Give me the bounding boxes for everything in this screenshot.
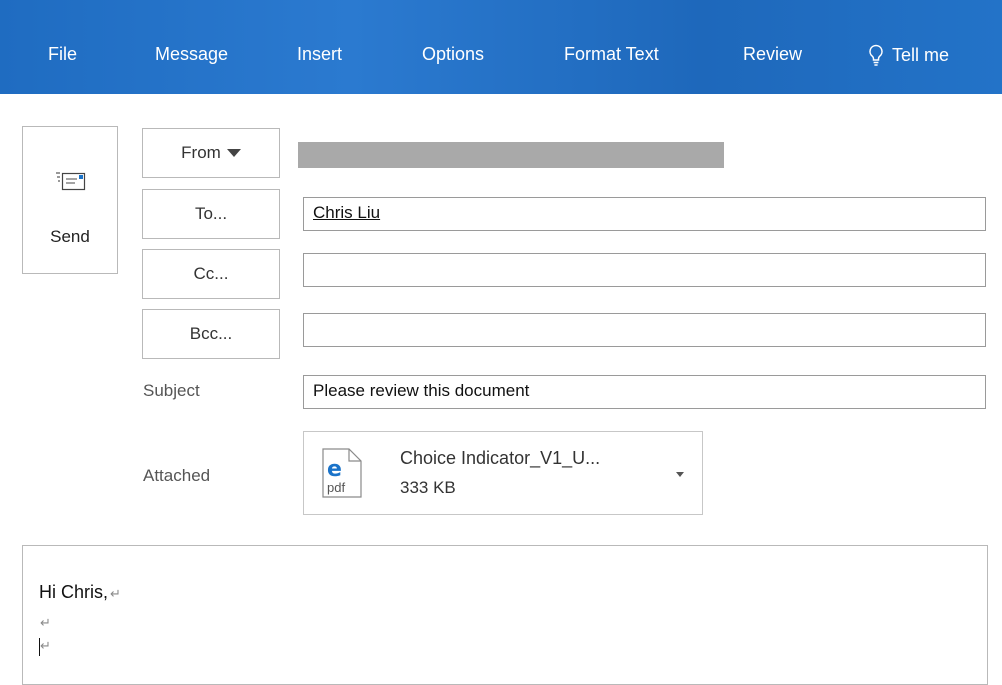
attachment-type-text: pdf xyxy=(327,480,346,495)
message-body[interactable]: Hi Chris, ↵ ↵ ↵ xyxy=(22,545,988,685)
tab-format-text[interactable]: Format Text xyxy=(564,44,659,65)
tab-insert[interactable]: Insert xyxy=(297,44,342,65)
caret-down-icon xyxy=(226,149,241,157)
subject-label: Subject xyxy=(143,381,200,400)
attachment-name: Choice Indicator_V1_U... xyxy=(400,448,601,468)
tab-message[interactable]: Message xyxy=(155,44,228,65)
tab-review[interactable]: Review xyxy=(743,44,802,65)
tell-me[interactable]: Tell me xyxy=(868,44,949,66)
greeting-text: Hi Chris, xyxy=(39,582,109,602)
paragraph-mark-icon: ↵ xyxy=(40,615,51,630)
to-field[interactable]: Chris Liu xyxy=(303,197,986,231)
cc-button[interactable]: Cc... xyxy=(142,249,280,299)
send-label: Send xyxy=(50,227,90,246)
bcc-field[interactable] xyxy=(303,313,986,347)
subject-field[interactable]: Please review this document xyxy=(303,375,986,409)
send-envelope-icon xyxy=(56,172,86,191)
send-button[interactable]: Send xyxy=(22,126,118,274)
tell-me-label: Tell me xyxy=(892,44,950,65)
cc-field[interactable] xyxy=(303,253,986,287)
lightbulb-icon xyxy=(869,44,883,66)
from-button[interactable]: From xyxy=(142,128,280,178)
attachment-size: 333 KB xyxy=(400,478,456,497)
paragraph-mark-icon: ↵ xyxy=(110,586,121,601)
attachment-dropdown-icon[interactable] xyxy=(676,472,684,477)
paragraph-mark-icon: ↵ xyxy=(40,638,51,653)
ribbon: File Message Insert Options Format Text … xyxy=(0,0,1002,94)
attached-label: Attached xyxy=(143,466,211,485)
svg-text:e: e xyxy=(327,457,342,482)
recipient-chris-liu[interactable]: Chris Liu xyxy=(313,203,380,222)
attachment-card[interactable]: e pdf Choice Indicator_V1_U... 333 KB xyxy=(303,431,703,515)
from-address-redacted xyxy=(298,142,724,168)
bcc-button[interactable]: Bcc... xyxy=(142,309,280,359)
tab-file[interactable]: File xyxy=(48,44,77,65)
to-button[interactable]: To... xyxy=(142,189,280,239)
tab-options[interactable]: Options xyxy=(422,44,484,65)
body-line-greeting: Hi Chris, ↵ xyxy=(39,582,121,603)
from-label: From xyxy=(181,143,221,162)
